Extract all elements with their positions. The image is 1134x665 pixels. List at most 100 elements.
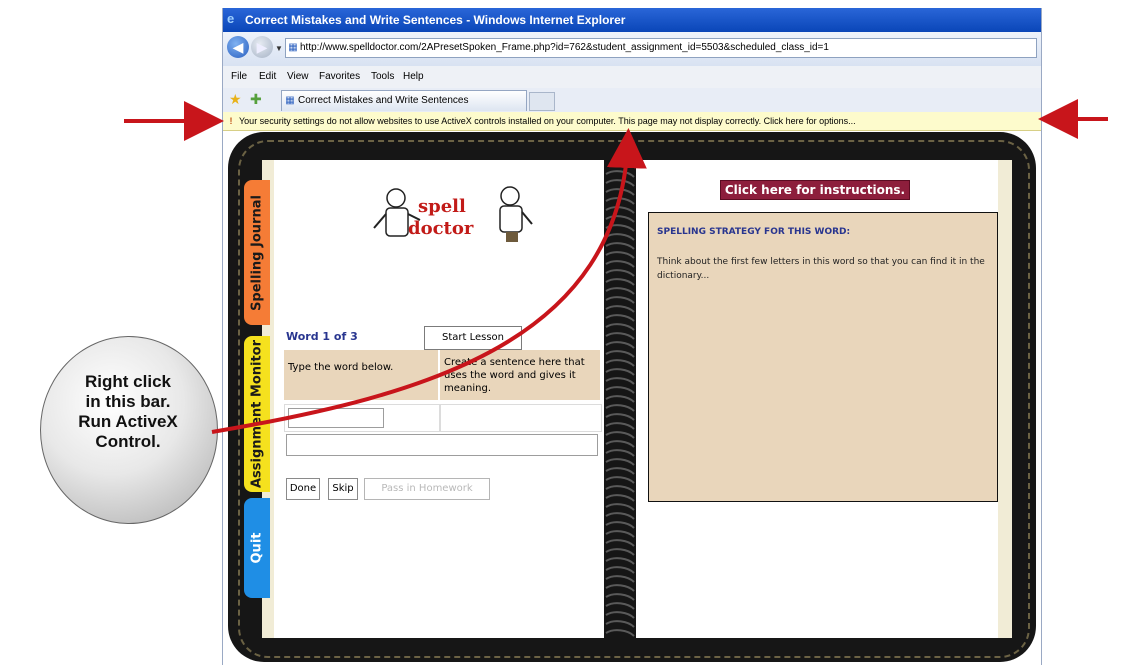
spiral-ring <box>605 476 635 484</box>
strategy-panel: SPELLING STRATEGY FOR THIS WORD: Think a… <box>648 212 998 502</box>
spiral-ring <box>605 197 635 205</box>
menu-favorites[interactable]: Favorites <box>319 66 360 88</box>
activex-info-bar[interactable]: ! Your security settings do not allow web… <box>223 112 1041 131</box>
callout-line-3: Run ActiveX <box>78 412 178 431</box>
tab-quit[interactable]: Quit <box>244 498 270 598</box>
spiral-ring <box>605 431 635 439</box>
spiral-ring <box>605 584 635 592</box>
sentence-cell <box>440 404 602 432</box>
spiral-ring <box>605 170 635 178</box>
spiral-ring <box>605 557 635 565</box>
spiral-ring <box>605 332 635 340</box>
done-button[interactable]: Done <box>286 478 320 500</box>
spiral-ring <box>605 287 635 295</box>
spiral-ring <box>605 377 635 385</box>
spiral-ring <box>605 368 635 376</box>
start-lesson-button[interactable]: Start Lesson <box>424 326 522 350</box>
spiral-ring <box>605 233 635 241</box>
spiral-ring <box>605 494 635 502</box>
menu-file[interactable]: File <box>231 66 247 88</box>
menu-tools[interactable]: Tools <box>371 66 394 88</box>
history-dropdown-icon[interactable]: ▼ <box>275 44 283 53</box>
new-tab-button[interactable] <box>529 92 555 111</box>
spiral-ring <box>605 530 635 538</box>
spiral-ring <box>605 629 635 637</box>
title-bar: e Correct Mistakes and Write Sentences -… <box>223 8 1041 32</box>
spiral-ring <box>605 206 635 214</box>
tab-spelling-journal[interactable]: Spelling Journal <box>244 180 270 325</box>
favorites-bar: ★ ✚ ▦ Correct Mistakes and Write Sentence… <box>223 88 1041 113</box>
ie-logo-icon: e <box>227 11 235 26</box>
spiral-ring <box>605 512 635 520</box>
callout-line-4: Control. <box>95 432 161 451</box>
spiral-ring <box>605 566 635 574</box>
sentence-column-header: Create a sentence here that uses the wor… <box>440 350 600 400</box>
page-icon: ▦ <box>288 42 298 53</box>
spiral-ring <box>605 188 635 196</box>
spiral-ring <box>605 602 635 610</box>
menu-edit[interactable]: Edit <box>259 66 276 88</box>
spiral-ring <box>605 395 635 403</box>
spiral-ring <box>605 260 635 268</box>
spiral-ring <box>605 278 635 286</box>
sentence-input[interactable] <box>286 434 598 456</box>
strategy-text: Think about the first few letters in thi… <box>657 257 985 281</box>
spell-doctor-logo <box>373 186 533 242</box>
spiral-ring <box>605 179 635 187</box>
add-favorite-icon[interactable]: ✚ <box>250 91 262 108</box>
spiral-ring <box>605 539 635 547</box>
spiral-ring <box>605 341 635 349</box>
sentence-column-label: Create a sentence here that uses the wor… <box>444 357 585 394</box>
logo-text-spell: spell <box>418 196 466 217</box>
word-column-header: Type the word below. <box>284 350 438 400</box>
spiral-ring <box>605 251 635 259</box>
spiral-binding <box>605 170 635 637</box>
shield-warning-icon: ! <box>229 116 233 126</box>
spiral-ring <box>605 215 635 223</box>
spiral-ring <box>605 422 635 430</box>
spiral-ring <box>605 548 635 556</box>
spiral-ring <box>605 323 635 331</box>
spiral-ring <box>605 404 635 412</box>
spiral-ring <box>605 359 635 367</box>
spiral-ring <box>605 611 635 619</box>
forward-button[interactable]: ▶ <box>251 36 273 58</box>
spiral-ring <box>605 593 635 601</box>
address-text: http://www.spelldoctor.com/2APresetSpoke… <box>300 42 829 53</box>
favorites-star-icon[interactable]: ★ <box>229 91 242 108</box>
word-counter: Word 1 of 3 <box>286 330 358 343</box>
spiral-ring <box>605 413 635 421</box>
spiral-ring <box>605 449 635 457</box>
spiral-ring <box>605 503 635 511</box>
address-bar[interactable]: ▦ http://www.spelldoctor.com/2APresetSpok… <box>285 38 1037 58</box>
back-button[interactable]: ◀ <box>227 36 249 58</box>
tab-assignment-monitor[interactable]: Assignment Monitor <box>244 336 270 492</box>
callout-text: Right click in this bar. Run ActiveX Con… <box>40 372 216 452</box>
spiral-ring <box>605 521 635 529</box>
info-bar-text: Your security settings do not allow webs… <box>239 116 856 126</box>
callout-line-2: in this bar. <box>85 392 171 411</box>
browser-tab[interactable]: ▦ Correct Mistakes and Write Sentences <box>281 90 527 111</box>
callout-line-1: Right click <box>85 372 171 391</box>
tab-spelling-journal-label: Spelling Journal <box>249 194 265 311</box>
pass-in-homework-button[interactable]: Pass in Homework <box>364 478 490 500</box>
spiral-ring <box>605 314 635 322</box>
word-input[interactable] <box>288 408 384 428</box>
spiral-ring <box>605 458 635 466</box>
tab-assignment-monitor-label: Assignment Monitor <box>249 339 265 489</box>
window-title: Correct Mistakes and Write Sentences - W… <box>245 13 626 27</box>
spiral-ring <box>605 575 635 583</box>
logo-text-doctor: doctor <box>408 218 474 239</box>
menu-bar: File Edit View Favorites Tools Help <box>223 66 1041 89</box>
instructions-button[interactable]: Click here for instructions. <box>720 180 910 200</box>
menu-help[interactable]: Help <box>403 66 424 88</box>
spiral-ring <box>605 305 635 313</box>
menu-view[interactable]: View <box>287 66 309 88</box>
spiral-ring <box>605 224 635 232</box>
spiral-ring <box>605 242 635 250</box>
tab-page-icon: ▦ <box>285 95 295 106</box>
skip-button[interactable]: Skip <box>328 478 358 500</box>
spiral-ring <box>605 440 635 448</box>
spiral-ring <box>605 620 635 628</box>
tab-quit-label: Quit <box>249 532 265 564</box>
